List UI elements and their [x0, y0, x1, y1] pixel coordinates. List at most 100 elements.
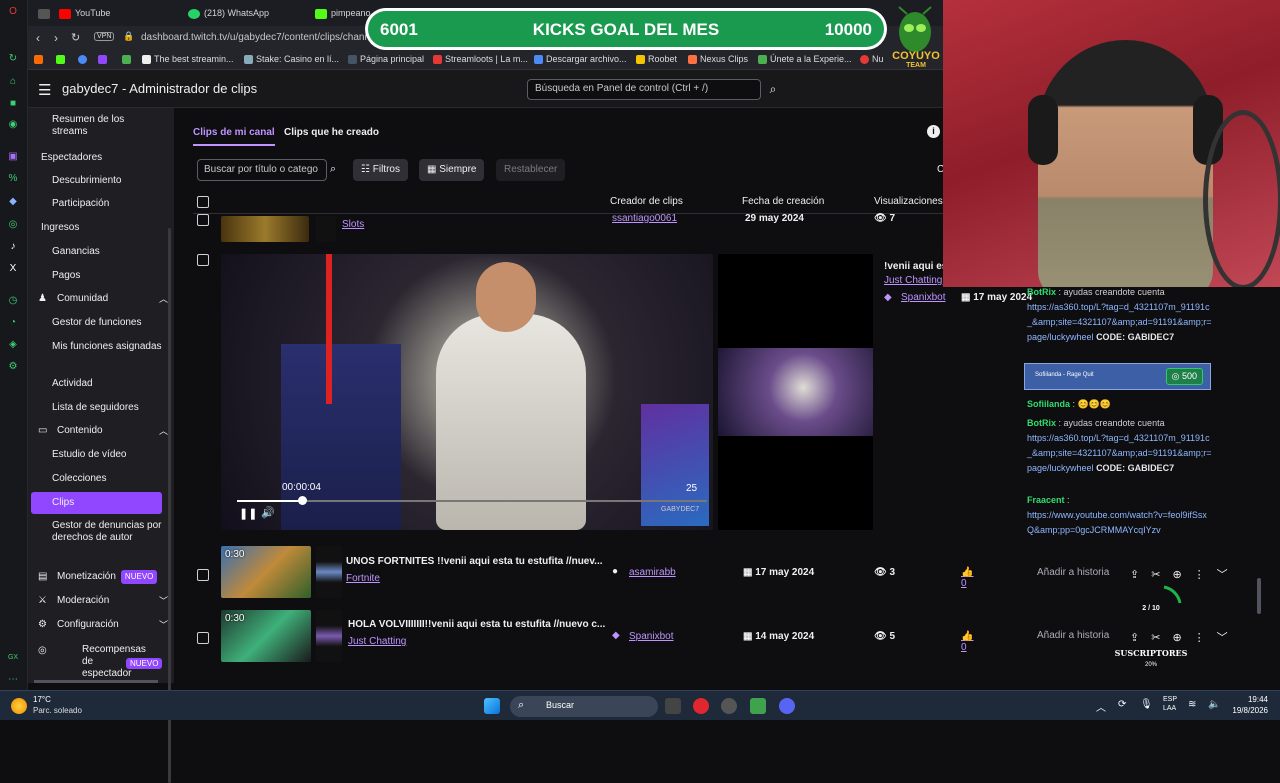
clip-title[interactable]: !venii aqui es	[884, 261, 947, 272]
clip-thumbnail[interactable]: 0:30	[221, 610, 311, 662]
whatsapp-icon[interactable]: ◉	[6, 118, 20, 132]
nav-ganancias[interactable]: Ganancias	[52, 246, 162, 258]
clip-video-player[interactable]: 00:00:04 25 GABYDEC7 ❚❚ 🔊	[221, 254, 713, 530]
bookmark-streaming[interactable]: The best streamin...	[142, 54, 234, 65]
filters-button[interactable]: ☷ Filtros	[353, 159, 408, 181]
share-icon[interactable]: ⇪	[1130, 569, 1151, 581]
clip-title[interactable]: HOLA VOLVIIIIIII!!venii aqui esta tu est…	[348, 619, 605, 630]
nav-actividad[interactable]: Actividad	[52, 378, 162, 390]
search-icon[interactable]: ⌕	[330, 163, 336, 176]
bookmark-descargar[interactable]: Descargar archivo...	[534, 54, 627, 65]
nav-clips[interactable]: Clips	[31, 492, 162, 514]
tab-whatsapp[interactable]: (218) WhatsApp	[188, 4, 269, 22]
chevron-up-icon[interactable]: ︿	[1096, 699, 1106, 714]
cube-icon[interactable]: ◈	[6, 338, 20, 352]
gx-icon[interactable]: GX	[6, 651, 20, 665]
clip-thumbnail[interactable]: 0:30	[221, 546, 311, 598]
weather-desc[interactable]: Parc. soleado	[33, 706, 82, 715]
main-scrollbar[interactable]	[1257, 578, 1261, 614]
nav-estudio[interactable]: Estudio de vídeo	[52, 449, 162, 461]
tray-icon[interactable]: ⟳	[1118, 699, 1126, 710]
search-icon[interactable]: ⌕	[763, 79, 783, 100]
vpn-badge[interactable]: VPN	[94, 32, 115, 41]
nav-resumen[interactable]: Resumen de los streams	[52, 114, 162, 138]
clip-category[interactable]: Just Chatting	[348, 636, 406, 647]
more-icon[interactable]: ⋯	[6, 673, 20, 687]
tab-youtube[interactable]: YouTube	[59, 4, 110, 22]
bookmark-unete[interactable]: Únete a la Experie...	[758, 54, 852, 65]
nav-configuracion[interactable]: ⚙ Configuración ﹀	[38, 619, 172, 631]
chat-side-icon[interactable]: ◆	[6, 195, 20, 209]
date-range-button[interactable]: ▦ Siempre	[419, 159, 485, 181]
nav-recompensas[interactable]: Recompensas de espectador	[82, 644, 146, 680]
bookmark-icon-1[interactable]	[34, 54, 46, 65]
clip-category[interactable]: Slots	[342, 219, 364, 230]
nav-comunidad[interactable]: ♟ Comunidad ︿	[38, 293, 172, 305]
instagram-icon[interactable]: ◎	[6, 218, 20, 232]
nav-denuncias[interactable]: Gestor de denuncias por derechos de auto…	[52, 520, 162, 544]
reset-button[interactable]: Restablecer	[496, 159, 566, 181]
clip-likes[interactable]: 👍 0	[961, 567, 973, 589]
volume-icon[interactable]: 🔊	[261, 506, 275, 519]
add-icon[interactable]: ⊕	[1172, 569, 1193, 581]
nav-ingresos[interactable]: Ingresos	[41, 222, 175, 234]
bookmark-icon-3[interactable]	[78, 54, 90, 65]
task-view-icon[interactable]	[665, 698, 681, 714]
nav-colecciones[interactable]: Colecciones	[52, 473, 162, 485]
bookmark-stake[interactable]: Stake: Casino en lí...	[244, 54, 339, 65]
row-checkbox[interactable]	[197, 632, 209, 644]
add-to-story-button[interactable]: Añadir a historia	[1037, 567, 1109, 578]
nav-descubrimiento[interactable]: Descubrimiento	[52, 175, 162, 187]
bookmark-icon-5[interactable]	[122, 54, 134, 65]
pause-icon[interactable]: ❚❚	[239, 507, 257, 520]
tab-icon-grid[interactable]	[38, 4, 54, 22]
col-creator[interactable]: Creador de clips	[610, 196, 683, 207]
weather-icon[interactable]	[11, 698, 27, 714]
extension-icon[interactable]: ⌂	[6, 75, 20, 89]
select-all-checkbox[interactable]	[197, 196, 209, 208]
nav-contenido[interactable]: ▭ Contenido ︿	[38, 425, 172, 437]
clip-creator[interactable]: asamirabb	[629, 567, 676, 578]
nav-monetizacion[interactable]: ▤ Monetización NUEVO	[38, 570, 172, 584]
forward-icon[interactable]: ›	[54, 31, 58, 45]
clip-category[interactable]: Fortnite	[346, 573, 380, 584]
player-scrubber[interactable]	[298, 496, 307, 505]
player-progress-track[interactable]	[237, 500, 707, 502]
language-indicator[interactable]: ESP LAA	[1163, 695, 1177, 713]
bookmark-icon-2[interactable]	[56, 54, 68, 65]
reload-icon[interactable]: ↻	[71, 31, 80, 44]
dashboard-search-input[interactable]: Búsqueda en Panel de control (Ctrl + /)	[527, 79, 761, 100]
steam-icon[interactable]	[721, 698, 737, 714]
start-icon[interactable]	[484, 698, 500, 714]
nav-espectadores[interactable]: Espectadores	[41, 152, 175, 164]
info-icon[interactable]: i	[927, 125, 940, 138]
nav-pagos[interactable]: Pagos	[52, 270, 162, 282]
nav-moderacion[interactable]: ⚔ Moderación ﹀	[38, 595, 172, 607]
back-icon[interactable]: ‹	[36, 31, 40, 45]
nav-seguidores[interactable]: Lista de seguidores	[52, 402, 162, 414]
twitch-side-icon[interactable]: ▣	[6, 150, 20, 164]
x-icon[interactable]: X	[6, 262, 20, 276]
opera-logo-icon[interactable]: O	[6, 5, 20, 19]
clip-creator[interactable]: Spanixbot	[901, 292, 945, 303]
bookmark-home[interactable]: Página principal	[348, 54, 424, 65]
bookmark-icon-4[interactable]	[98, 54, 110, 65]
history-icon[interactable]: ◷	[6, 294, 20, 308]
bookmark-streamloots[interactable]: Streamloots | La m...	[433, 54, 528, 65]
speed-dial-icon[interactable]: ↻	[6, 52, 20, 66]
nav-gestor-funciones[interactable]: Gestor de funciones	[52, 317, 162, 329]
more-icon[interactable]: ⋮	[1194, 632, 1217, 644]
volume-icon[interactable]: 🔈	[1208, 699, 1220, 710]
clip-title[interactable]: UNOS FORTNITES !!venii aqui esta tu estu…	[346, 556, 603, 567]
bookmark-roobet[interactable]: Roobet	[636, 54, 677, 65]
chevron-down-icon[interactable]: ﹀	[1217, 632, 1240, 644]
bookmark-nexus[interactable]: Nexus Clips	[688, 54, 748, 65]
tiktok-icon[interactable]: ♪	[6, 240, 20, 254]
discord-side-icon[interactable]: %	[6, 172, 20, 186]
settings-icon[interactable]: ⚙	[6, 360, 20, 374]
opera-gx-icon[interactable]	[693, 698, 709, 714]
row-checkbox[interactable]	[197, 569, 209, 581]
clip-creator[interactable]: Spanixbot	[629, 631, 673, 642]
col-views[interactable]: Visualizaciones	[874, 196, 943, 207]
tab-my-channel-clips[interactable]: Clips de mi canal	[193, 127, 275, 146]
